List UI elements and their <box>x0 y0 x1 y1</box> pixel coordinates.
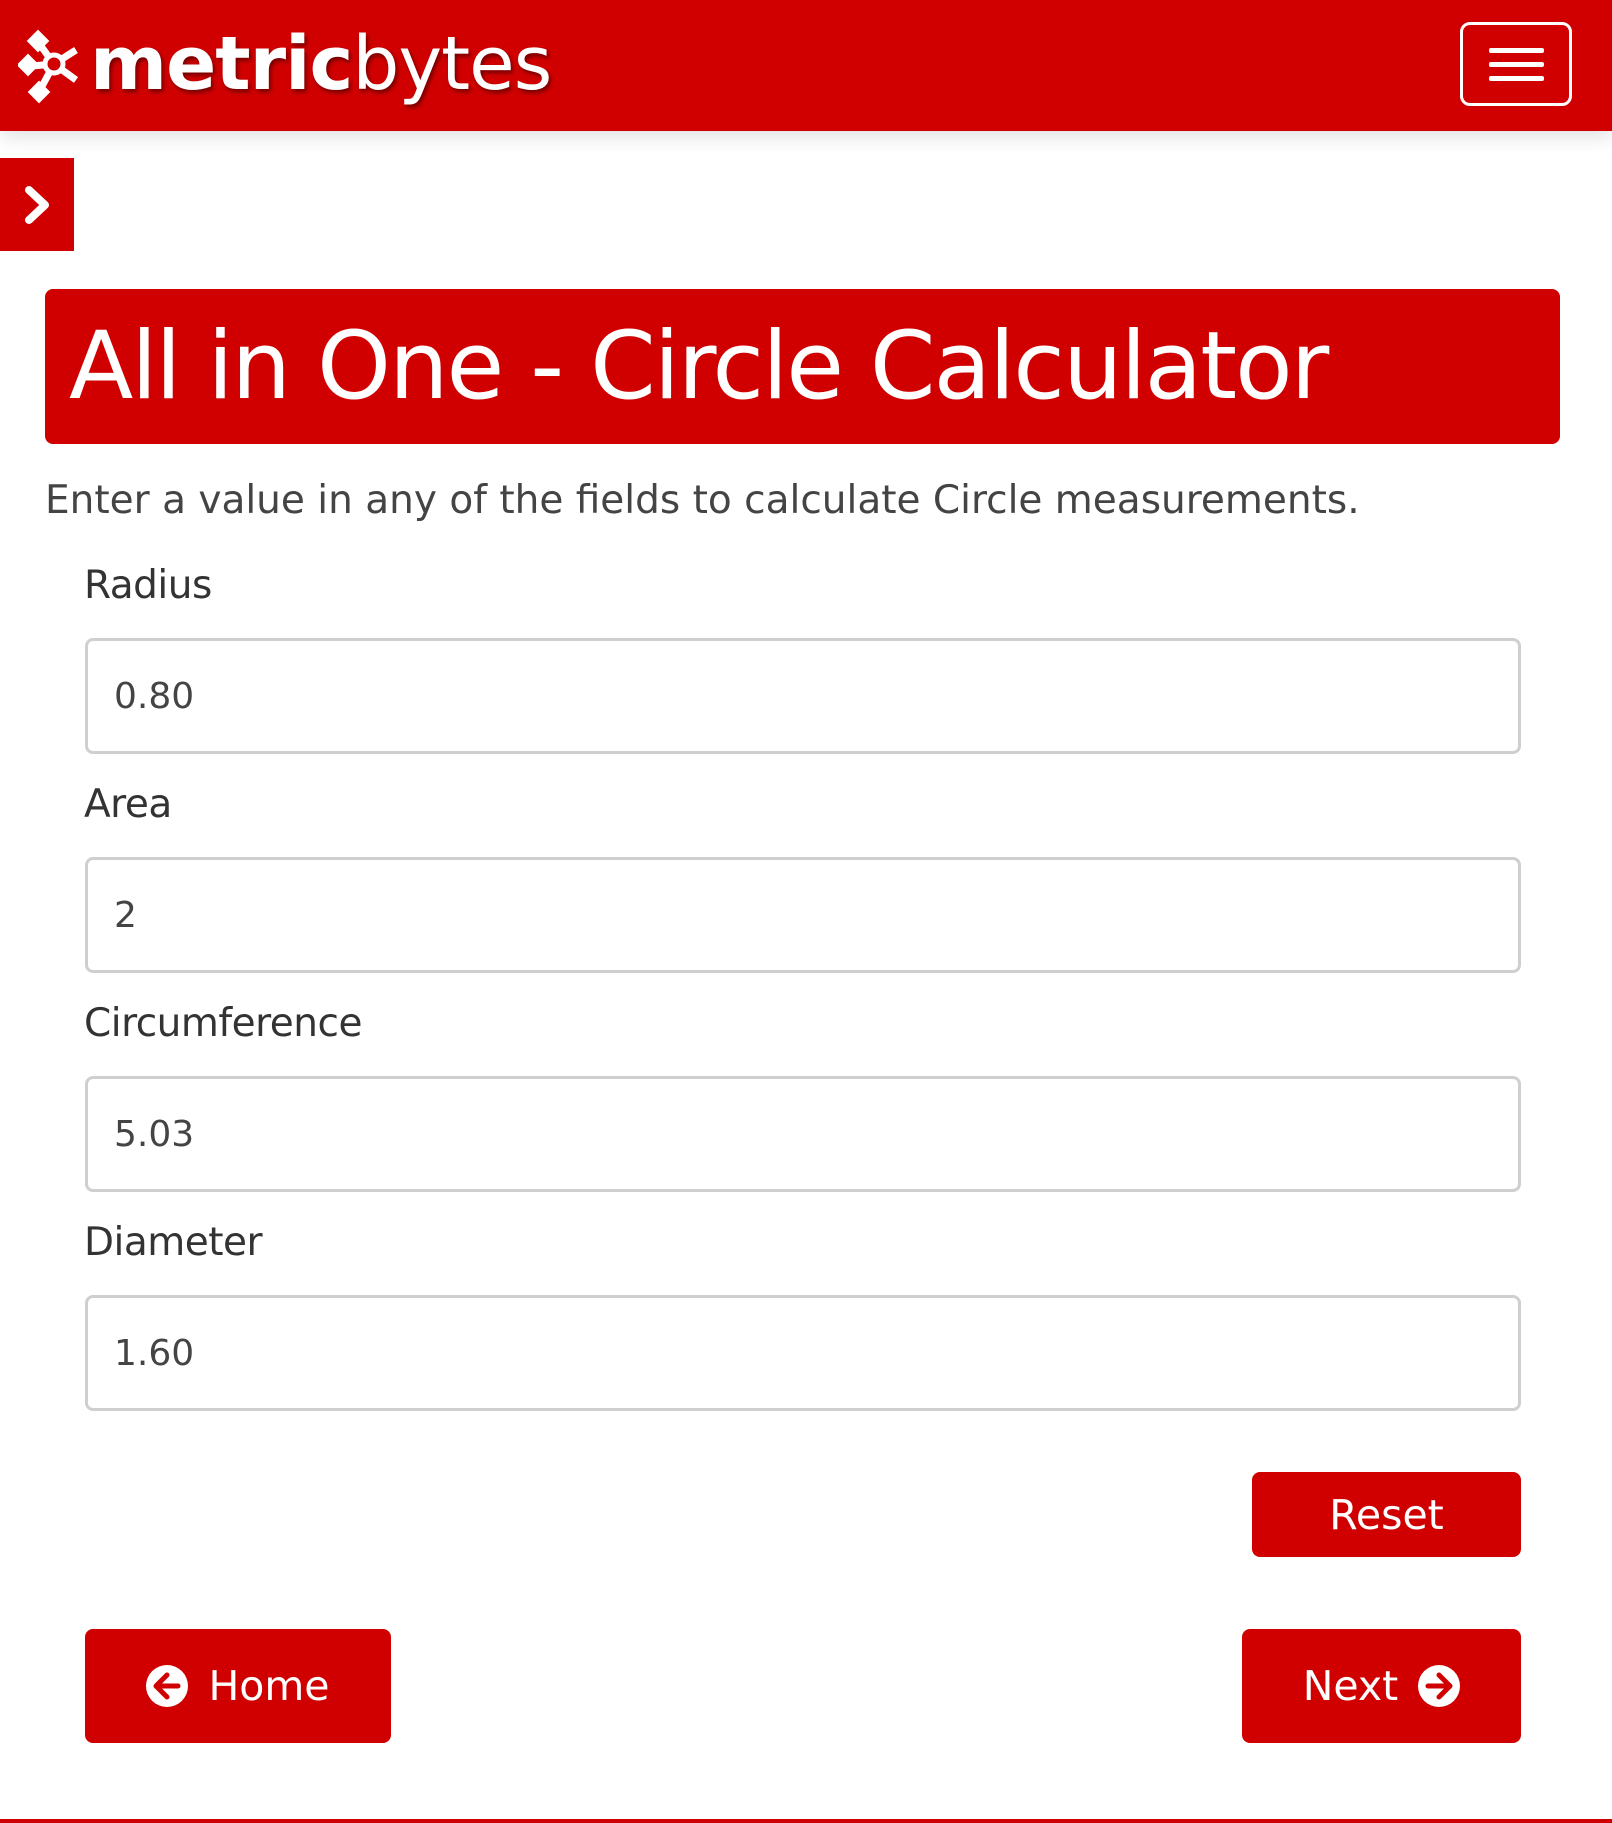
chevron-right-icon <box>25 185 49 224</box>
hamburger-menu-icon <box>1489 48 1544 53</box>
radius-label: Radius <box>84 563 212 608</box>
radius-input[interactable] <box>85 638 1521 754</box>
home-button[interactable]: Home <box>85 1629 391 1743</box>
brand-logo-link[interactable]: metricbytes <box>18 14 552 114</box>
area-label: Area <box>84 782 172 827</box>
arrow-circle-left-icon <box>146 1665 189 1707</box>
circumference-input[interactable] <box>85 1076 1521 1192</box>
reset-button-label: Reset <box>1329 1490 1444 1539</box>
circumference-label: Circumference <box>84 1001 362 1046</box>
diameter-input[interactable] <box>85 1295 1521 1411</box>
intro-text: Enter a value in any of the fields to ca… <box>45 478 1360 523</box>
reset-button[interactable]: Reset <box>1252 1472 1521 1557</box>
diameter-label: Diameter <box>84 1220 263 1265</box>
hamburger-menu-button[interactable] <box>1460 22 1572 106</box>
area-input[interactable] <box>85 857 1521 973</box>
sidebar-toggle-button[interactable] <box>0 158 74 251</box>
molecule-logo-icon <box>18 29 79 104</box>
bottom-divider <box>0 1819 1612 1823</box>
next-button-label: Next <box>1302 1662 1399 1710</box>
top-navbar: metricbytes <box>0 0 1612 131</box>
page-title: All in One - Circle Calculator <box>69 312 1329 421</box>
arrow-circle-right-icon <box>1418 1665 1461 1707</box>
next-button[interactable]: Next <box>1242 1629 1521 1743</box>
title-banner: All in One - Circle Calculator <box>45 289 1560 444</box>
home-button-label: Home <box>208 1662 330 1710</box>
brand-wordmark: metricbytes <box>90 21 552 107</box>
